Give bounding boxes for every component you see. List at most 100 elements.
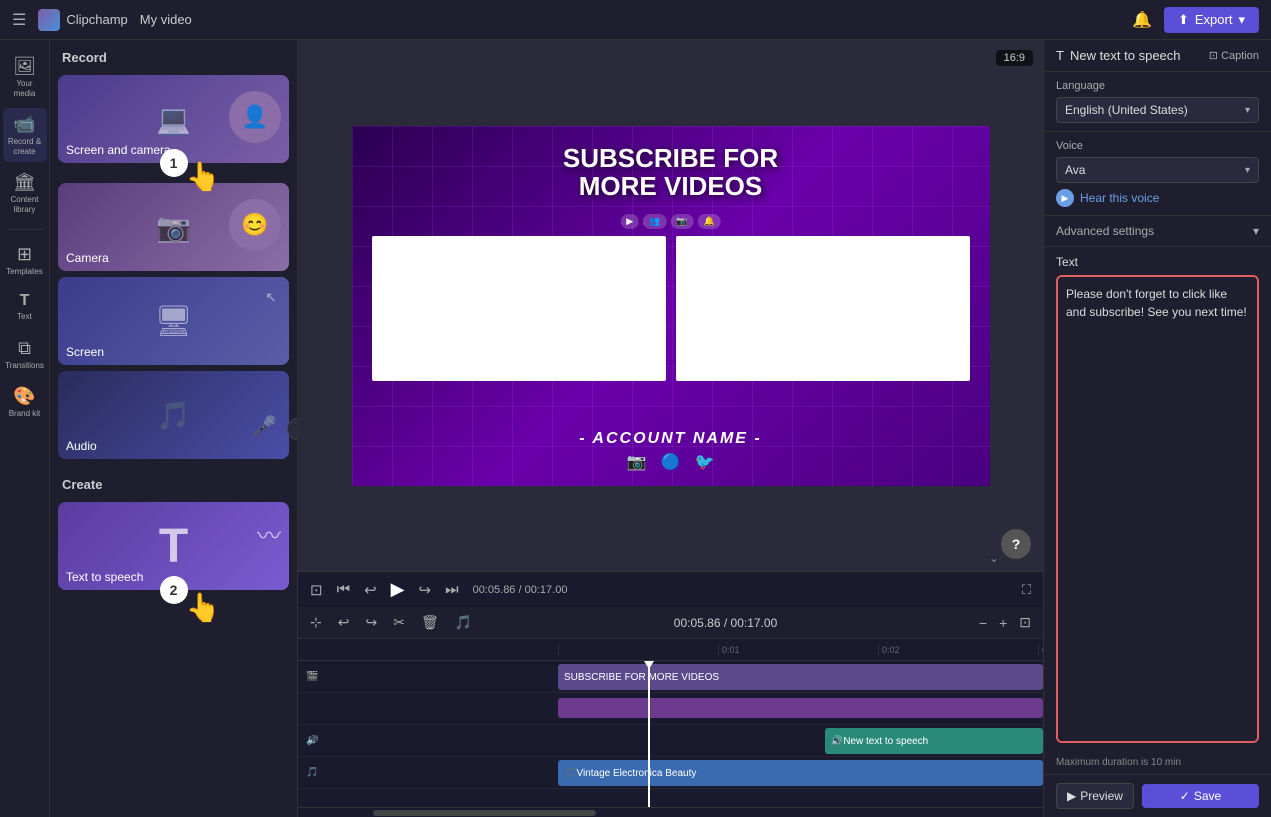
- cursor-icon: ↖: [265, 289, 277, 306]
- notification-icon[interactable]: 🔔: [1132, 10, 1152, 30]
- preview-play-icon: ▶: [1067, 789, 1076, 803]
- max-duration-note: Maximum duration is 10 min: [1044, 751, 1271, 774]
- language-section: Language English (United States) ▾: [1044, 72, 1271, 132]
- sidebar-item-your-media[interactable]: 🖼 Your media: [3, 50, 47, 104]
- sidebar-item-templates[interactable]: ⊞ Templates: [3, 238, 47, 283]
- audio-decoration-icon: 🎵: [156, 399, 191, 432]
- screen-card[interactable]: 🖥 ↖ Screen: [58, 277, 289, 365]
- create-section-title: Create: [50, 467, 297, 498]
- hand-cursor-2: 👆: [186, 591, 221, 624]
- person-avatar: 👤: [229, 91, 281, 143]
- zoom-out-button[interactable]: −: [975, 613, 991, 633]
- track-content-main[interactable]: SUBSCRIBE FOR MORE VIDEOS: [558, 661, 1043, 692]
- video-social-icons: ▶ 👥 📷 🔔: [620, 214, 721, 229]
- help-button[interactable]: ?: [1001, 529, 1031, 559]
- timeline-ruler: 0:01 0:02 0:03 0:04: [298, 639, 1043, 661]
- social-group-icon: 👥: [643, 214, 666, 229]
- record-create-icon: 📹: [13, 114, 35, 135]
- templates-icon: ⊞: [17, 244, 32, 265]
- tts-text-input[interactable]: [1058, 277, 1257, 741]
- caption-toggle-button[interactable]: ⊡ Caption: [1209, 49, 1259, 62]
- video-track-icon: 🎬: [306, 671, 318, 682]
- track-content-video[interactable]: [558, 693, 1043, 724]
- camera-person-avatar: 😊: [229, 199, 281, 251]
- hand-cursor-1: 👆: [186, 160, 221, 193]
- audio-card[interactable]: 🎵 🎤 Audio: [58, 371, 289, 459]
- skip-forward-button[interactable]: ⏭: [445, 581, 459, 598]
- main-layout: 🖼 Your media 📹 Record & create 🏛 Content…: [0, 40, 1271, 817]
- sidebar-item-brand-kit[interactable]: 🎨 Brand kit: [3, 380, 47, 425]
- expand-preview-button[interactable]: ⌄: [989, 549, 999, 567]
- advanced-settings-section[interactable]: Advanced settings ▾: [1044, 216, 1271, 247]
- social-camera-icon: 📷: [670, 214, 693, 229]
- voice-select[interactable]: Ava ▾: [1056, 157, 1259, 183]
- topbar: ☰ Clipchamp My video 🔔 ⬆ Export ▾: [0, 0, 1271, 40]
- tts-clip[interactable]: 🔊 New text to speech: [825, 728, 1043, 754]
- main-clip[interactable]: SUBSCRIBE FOR MORE VIDEOS: [558, 664, 1043, 690]
- sidebar-item-transitions[interactable]: ⧉ Transitions: [3, 332, 47, 377]
- video-clip[interactable]: [558, 698, 1043, 718]
- save-button[interactable]: ✓ Save: [1142, 784, 1259, 808]
- video-content-boxes: [372, 236, 970, 381]
- right-panel-header: T New text to speech ⊡ Caption: [1044, 40, 1271, 72]
- export-button[interactable]: ⬆ Export ▾: [1164, 7, 1259, 33]
- tts-track-icon: 🔊: [306, 735, 318, 746]
- record-section-title: Record: [50, 40, 297, 71]
- zoom-in-button[interactable]: +: [995, 613, 1011, 633]
- track-content-audio[interactable]: 🎵 Vintage Electronica Beauty: [558, 757, 1043, 788]
- twitter-icon: 🐦: [694, 452, 714, 472]
- voice-select-arrow-icon: ▾: [1245, 165, 1250, 176]
- step-1-badge: 1: [160, 149, 188, 177]
- sidebar-panel: Record 💻 👤 Screen and camera 1 👆 📷 😊 Cam…: [50, 40, 298, 817]
- scrollbar-thumb[interactable]: [373, 810, 597, 816]
- track-content-tts[interactable]: 🔊 New text to speech: [558, 725, 1043, 756]
- microphone-icon: 🎤: [252, 414, 277, 439]
- brand-kit-icon: 🎨: [13, 386, 35, 407]
- subtitle-toggle-button[interactable]: ⊡: [310, 581, 323, 599]
- audio-clip[interactable]: 🎵 Vintage Electronica Beauty: [558, 760, 1043, 786]
- voice-section: Voice Ava ▾ ▶ Hear this voice: [1044, 132, 1271, 216]
- camera-card[interactable]: 📷 😊 Camera: [58, 183, 289, 271]
- screen-and-camera-label: Screen and camera: [66, 143, 171, 157]
- sidebar-item-text[interactable]: T Text: [3, 286, 47, 328]
- tts-clip-icon: 🔊: [831, 736, 843, 747]
- preview-button[interactable]: ▶ Preview: [1056, 783, 1134, 809]
- ruler-mark-0: [558, 645, 718, 655]
- app-name: Clipchamp: [66, 12, 127, 27]
- delete-button[interactable]: 🗑: [417, 612, 443, 633]
- rewind-5s-button[interactable]: ↩: [364, 581, 377, 599]
- audio-filter-button[interactable]: 🎵: [451, 612, 476, 633]
- language-select[interactable]: English (United States) ▾: [1056, 97, 1259, 123]
- timeline-toolbar: ⊹ ↩ ↪ ✂ 🗑 🎵 00:05.86 / 00:17.00 − + ⊡: [298, 607, 1043, 639]
- fullscreen-button[interactable]: ⛶: [1022, 582, 1031, 598]
- hear-voice-button[interactable]: ▶ Hear this voice: [1056, 189, 1159, 207]
- timeline-scrollbar[interactable]: [298, 807, 1043, 817]
- skip-back-button[interactable]: ⏮: [337, 581, 351, 598]
- video-title-overlay: SUBSCRIBE FOR MORE VIDEOS: [563, 144, 778, 201]
- play-pause-button[interactable]: ▶: [391, 579, 405, 600]
- sidebar-item-record-create[interactable]: 📹 Record & create: [3, 108, 47, 162]
- tts-waveform-icon: 〰: [257, 516, 281, 551]
- undo-button[interactable]: ↩: [334, 612, 354, 633]
- redo-button[interactable]: ↪: [361, 612, 381, 633]
- aspect-ratio-badge[interactable]: 16:9: [996, 50, 1033, 66]
- audio-track-icon: 🎵: [306, 767, 318, 778]
- forward-5s-button[interactable]: ↪: [419, 581, 432, 599]
- fit-timeline-button[interactable]: ⊡: [1015, 612, 1035, 633]
- timeline-time-display: 00:05.86 / 00:17.00: [484, 616, 967, 630]
- timeline-track-main: 🎬 SUBSCRIBE FOR MORE VIDEOS: [298, 661, 1043, 693]
- hamburger-icon[interactable]: ☰: [12, 10, 26, 30]
- audio-label: Audio: [66, 439, 97, 453]
- content-library-icon: 🏛: [13, 172, 36, 193]
- timeline-tracks[interactable]: 🎬 SUBSCRIBE FOR MORE VIDEOS: [298, 661, 1043, 807]
- sidebar-item-content-library[interactable]: 🏛 Content library: [3, 166, 47, 220]
- cut-button[interactable]: ✂: [389, 612, 409, 633]
- video-title[interactable]: My video: [140, 12, 192, 27]
- advanced-settings-toggle[interactable]: Advanced settings ▾: [1056, 224, 1259, 238]
- magnet-snap-button[interactable]: ⊹: [306, 612, 326, 633]
- track-label-main: 🎬: [298, 671, 558, 682]
- center-content: 16:9 SUBSCRIBE FOR MORE VIDEOS ▶ 👥 📷 🔔: [298, 40, 1043, 817]
- camera-label: Camera: [66, 251, 109, 265]
- step-2-badge: 2: [160, 576, 188, 604]
- caption-icon: ⊡: [1209, 50, 1218, 62]
